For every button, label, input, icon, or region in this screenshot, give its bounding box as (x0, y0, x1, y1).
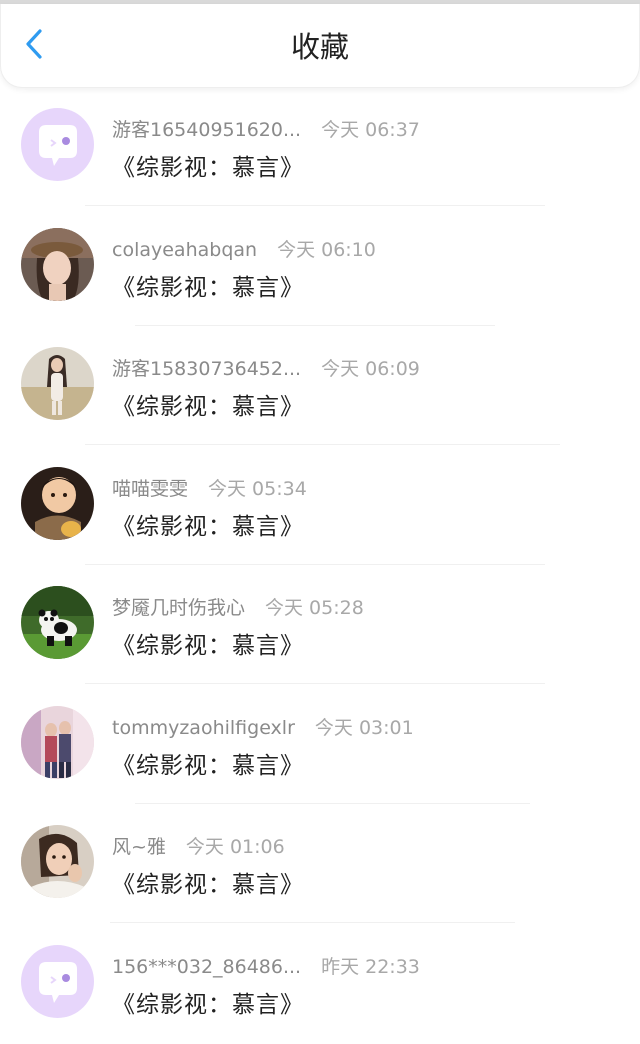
divider (135, 803, 530, 804)
favorited-title[interactable]: 《综影视：慕言》 (112, 985, 304, 1019)
user-name[interactable]: 游客15830736452... (112, 358, 301, 380)
avatar[interactable] (21, 825, 94, 898)
user-photo-icon (21, 706, 94, 779)
user-photo-icon (21, 825, 94, 898)
favorited-title[interactable]: 《综影视：慕言》 (112, 507, 304, 541)
divider (110, 922, 515, 923)
item-meta: 喵喵雯雯今天 05:34 (112, 474, 307, 501)
list-item[interactable]: 梦魇几时伤我心今天 05:28 《综影视：慕言》 (0, 566, 640, 686)
timestamp: 今天 01:06 (186, 836, 285, 858)
favorited-title[interactable]: 《综影视：慕言》 (112, 268, 304, 302)
user-name[interactable]: 游客16540951620... (112, 119, 301, 141)
avatar[interactable] (21, 228, 94, 301)
divider (135, 325, 495, 326)
divider (85, 564, 545, 565)
timestamp: 今天 06:09 (321, 358, 420, 380)
user-photo-icon (21, 228, 94, 301)
user-name[interactable]: colayeahabqan (112, 239, 257, 261)
favorited-title[interactable]: 《综影视：慕言》 (112, 746, 304, 780)
header-bar (0, 4, 640, 88)
favorited-title[interactable]: 《综影视：慕言》 (112, 865, 304, 899)
avatar[interactable] (21, 945, 94, 1018)
list-item[interactable]: 游客15830736452... 今天 06:09 《综影视：慕言》 (0, 327, 640, 447)
timestamp: 今天 03:01 (315, 717, 414, 739)
chat-bubble-avatar-icon (21, 945, 94, 1018)
user-name[interactable]: 156***032_86486... (112, 956, 301, 978)
list-item[interactable]: 156***032_86486... 昨天 22:33 《综影视：慕言》 (0, 925, 640, 1044)
chat-bubble-avatar-icon (21, 108, 94, 181)
user-name[interactable]: 喵喵雯雯 (112, 478, 188, 500)
avatar[interactable] (21, 347, 94, 420)
favorited-title[interactable]: 《综影视：慕言》 (112, 626, 304, 660)
favorited-title[interactable]: 《综影视：慕言》 (112, 148, 304, 182)
chevron-left-icon (23, 27, 45, 61)
avatar[interactable] (21, 586, 94, 659)
divider (85, 205, 545, 206)
list-item[interactable]: 喵喵雯雯今天 05:34 《综影视：慕言》 (0, 447, 640, 567)
list-item[interactable]: 游客16540951620... 今天 06:37 《综影视：慕言》 (0, 88, 640, 208)
avatar[interactable] (21, 467, 94, 540)
timestamp: 今天 06:10 (277, 239, 376, 261)
item-meta: 游客16540951620... 今天 06:37 (112, 115, 420, 142)
avatar[interactable] (21, 706, 94, 779)
user-photo-icon (21, 467, 94, 540)
timestamp: 今天 05:28 (265, 597, 364, 619)
list-item[interactable]: colayeahabqan 今天 06:10 《综影视：慕言》 (0, 208, 640, 328)
favorited-title[interactable]: 《综影视：慕言》 (112, 387, 304, 421)
list-item[interactable]: tommyzaohilfigexlr 今天 03:01 《综影视：慕言》 (0, 686, 640, 806)
item-meta: 梦魇几时伤我心今天 05:28 (112, 593, 364, 620)
item-meta: 风~雅今天 01:06 (112, 832, 285, 859)
timestamp: 昨天 22:33 (321, 956, 420, 978)
user-name[interactable]: 风~雅 (112, 836, 166, 858)
user-name[interactable]: 梦魇几时伤我心 (112, 597, 245, 619)
user-name[interactable]: tommyzaohilfigexlr (112, 717, 295, 739)
list-item[interactable]: 风~雅今天 01:06 《综影视：慕言》 (0, 805, 640, 925)
user-photo-icon (21, 347, 94, 420)
timestamp: 今天 06:37 (321, 119, 420, 141)
item-meta: 游客15830736452... 今天 06:09 (112, 354, 420, 381)
avatar[interactable] (21, 108, 94, 181)
item-meta: colayeahabqan 今天 06:10 (112, 235, 376, 262)
divider (85, 683, 545, 684)
panda-photo-icon (21, 586, 94, 659)
divider (85, 444, 560, 445)
timestamp: 今天 05:34 (208, 478, 307, 500)
favorites-list: 游客16540951620... 今天 06:37 《综影视：慕言》 colaye… (0, 88, 640, 1044)
item-meta: 156***032_86486... 昨天 22:33 (112, 952, 420, 979)
back-button[interactable] (18, 26, 50, 62)
item-meta: tommyzaohilfigexlr 今天 03:01 (112, 713, 414, 740)
